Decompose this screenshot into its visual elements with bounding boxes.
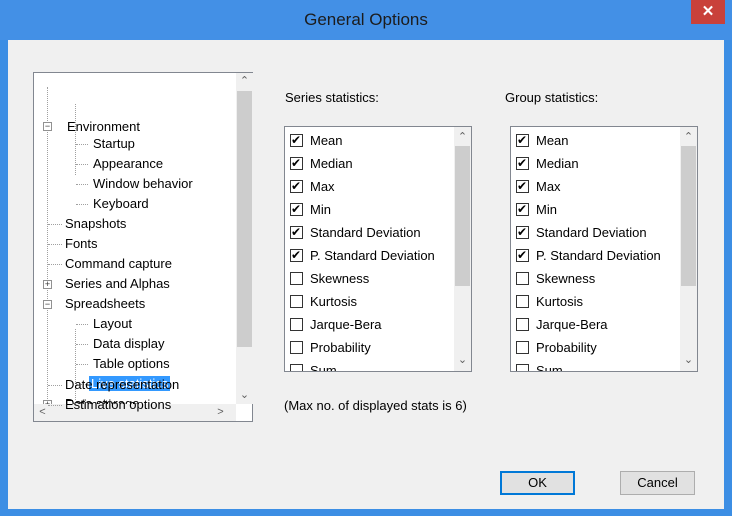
group-stat-item-label: Probability xyxy=(536,340,597,355)
series-list-scroll-thumb[interactable] xyxy=(455,146,470,286)
chevron-right-icon[interactable]: > xyxy=(212,404,229,421)
close-button[interactable]: ✕ xyxy=(691,0,725,24)
tree-item-command-capture[interactable]: Command capture xyxy=(63,254,174,274)
cancel-button[interactable]: Cancel xyxy=(620,471,695,495)
tree-item-spreadsheets[interactable]: Spreadsheets xyxy=(63,294,147,314)
series-stat-item-label: Mean xyxy=(310,133,343,148)
tree-item-fonts[interactable]: Fonts xyxy=(63,234,100,254)
series-stat-checkbox[interactable] xyxy=(290,247,303,263)
collapse-icon[interactable]: − xyxy=(43,300,52,309)
group-stat-checkbox[interactable] xyxy=(516,318,529,331)
chevron-down-icon[interactable]: ⌄ xyxy=(680,352,697,369)
tree-item-estimation-options[interactable]: Estimation options xyxy=(63,395,173,415)
tree-item-window-behavior[interactable]: Window behavior xyxy=(91,174,195,194)
expand-icon[interactable]: + xyxy=(43,280,52,289)
tree-item-layout[interactable]: Layout xyxy=(91,314,134,334)
series-stat-item-label: Skewness xyxy=(310,271,370,286)
options-tree[interactable]: − Environment Startup Appearance Window … xyxy=(33,72,253,422)
series-stat-item-label: Jarque-Bera xyxy=(310,317,382,332)
group-stat-item-label: Skewness xyxy=(536,271,596,286)
series-statistics-items: Mean Median Max Min Standard Deviation P. Sta… xyxy=(285,127,454,371)
group-statistics-label: Group statistics: xyxy=(505,90,599,105)
series-stat-checkbox[interactable] xyxy=(290,272,303,285)
group-stat-item-label: Max xyxy=(536,179,561,194)
group-stat-checkbox[interactable] xyxy=(516,247,529,263)
group-stat-checkbox[interactable] xyxy=(516,341,529,354)
group-stat-checkbox[interactable] xyxy=(516,178,529,194)
chevron-up-icon[interactable]: ⌃ xyxy=(680,129,697,146)
tree-scroll-thumb[interactable] xyxy=(237,91,252,347)
group-stat-item-label: Sum xyxy=(536,363,563,371)
series-stat-checkbox[interactable] xyxy=(290,132,303,148)
title-bar: General Options ✕ xyxy=(0,0,732,40)
series-stat-item-label: P. Standard Deviation xyxy=(310,248,435,263)
group-stat-item-label: Jarque-Bera xyxy=(536,317,608,332)
chevron-up-icon[interactable]: ⌃ xyxy=(454,129,471,146)
group-stat-item-label: Median xyxy=(536,156,579,171)
dialog-body: − Environment Startup Appearance Window … xyxy=(8,40,724,509)
group-stat-item-label: P. Standard Deviation xyxy=(536,248,661,263)
tree-vertical-scrollbar[interactable]: ⌃ ⌄ xyxy=(236,73,253,404)
group-stat-checkbox[interactable] xyxy=(516,364,529,371)
series-statistics-list[interactable]: Mean Median Max Min Standard Deviation P. Sta… xyxy=(284,126,472,372)
tree-item-startup[interactable]: Startup xyxy=(91,134,137,154)
tree-item-snapshots[interactable]: Snapshots xyxy=(63,214,128,234)
series-stat-checkbox[interactable] xyxy=(290,341,303,354)
group-stat-item-label: Kurtosis xyxy=(536,294,583,309)
group-statistics-list[interactable]: Mean Median Max Min Standard Deviation P. Sta… xyxy=(510,126,698,372)
dialog-window: General Options ✕ − Environment Startup … xyxy=(0,0,732,516)
series-stat-checkbox[interactable] xyxy=(290,224,303,240)
group-list-scroll-thumb[interactable] xyxy=(681,146,696,286)
series-stat-checkbox[interactable] xyxy=(290,318,303,331)
ok-button[interactable]: OK xyxy=(500,471,575,495)
group-stat-item-label: Standard Deviation xyxy=(536,225,647,240)
series-stat-item-label: Sum xyxy=(310,363,337,371)
series-stat-item-label: Probability xyxy=(310,340,371,355)
chevron-up-icon[interactable]: ⌃ xyxy=(236,73,253,90)
group-stat-item-label: Mean xyxy=(536,133,569,148)
series-stat-checkbox[interactable] xyxy=(290,178,303,194)
tree-item-data-display[interactable]: Data display xyxy=(91,334,167,354)
series-stat-checkbox[interactable] xyxy=(290,364,303,371)
chevron-down-icon[interactable]: ⌄ xyxy=(236,387,253,404)
max-stats-note: (Max no. of displayed stats is 6) xyxy=(284,398,467,413)
group-stat-checkbox[interactable] xyxy=(516,272,529,285)
tree-item-appearance[interactable]: Appearance xyxy=(91,154,165,174)
group-stat-checkbox[interactable] xyxy=(516,201,529,217)
series-stat-item-label: Min xyxy=(310,202,331,217)
group-statistics-items: Mean Median Max Min Standard Deviation P. Sta… xyxy=(511,127,680,371)
tree-item-date-representation[interactable]: Date representation xyxy=(63,375,181,395)
tree-item-table-options[interactable]: Table options xyxy=(91,354,172,374)
tree-item-keyboard[interactable]: Keyboard xyxy=(91,194,151,214)
series-stat-item-label: Standard Deviation xyxy=(310,225,421,240)
group-stat-checkbox[interactable] xyxy=(516,295,529,308)
series-stat-item-label: Median xyxy=(310,156,353,171)
series-stat-checkbox[interactable] xyxy=(290,201,303,217)
close-icon: ✕ xyxy=(701,3,715,20)
series-stat-checkbox[interactable] xyxy=(290,155,303,171)
collapse-icon[interactable]: − xyxy=(43,122,52,131)
group-stat-item-label: Min xyxy=(536,202,557,217)
series-stat-checkbox[interactable] xyxy=(290,295,303,308)
series-statistics-label: Series statistics: xyxy=(285,90,379,105)
chevron-left-icon[interactable]: < xyxy=(34,404,51,421)
series-stat-item-label: Kurtosis xyxy=(310,294,357,309)
group-list-scrollbar[interactable]: ⌃ ⌄ xyxy=(680,127,697,371)
dialog-title: General Options xyxy=(304,10,428,29)
tree-content: − Environment Startup Appearance Window … xyxy=(34,73,230,411)
group-stat-checkbox[interactable] xyxy=(516,132,529,148)
chevron-down-icon[interactable]: ⌄ xyxy=(454,352,471,369)
series-list-scrollbar[interactable]: ⌃ ⌄ xyxy=(454,127,471,371)
group-stat-checkbox[interactable] xyxy=(516,224,529,240)
group-stat-checkbox[interactable] xyxy=(516,155,529,171)
tree-item-series-and-alphas[interactable]: Series and Alphas xyxy=(63,274,172,294)
series-stat-item-label: Max xyxy=(310,179,335,194)
